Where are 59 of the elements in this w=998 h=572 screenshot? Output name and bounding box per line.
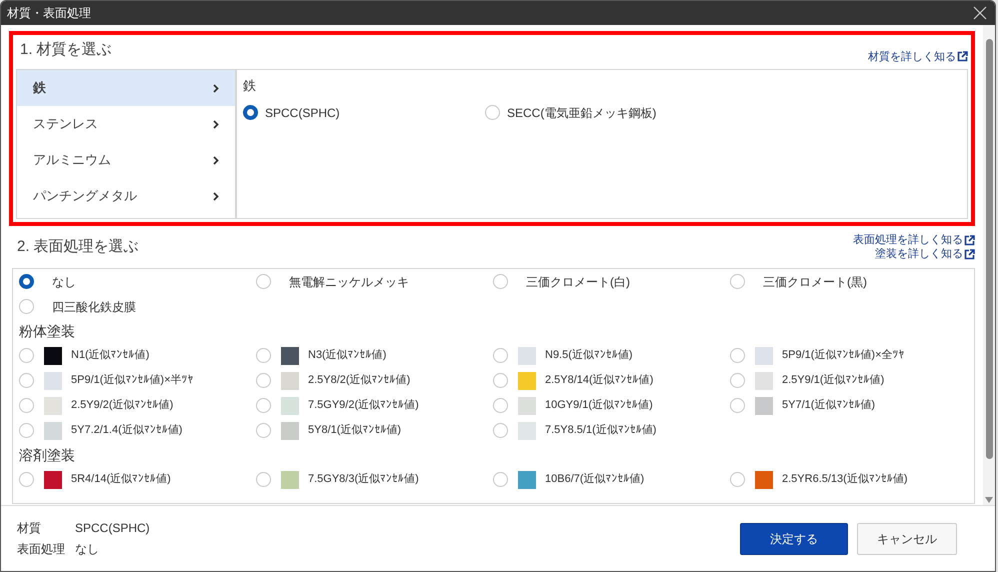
category-item[interactable]: ステンレス (17, 106, 235, 142)
radio-button[interactable] (243, 105, 258, 120)
option-label: 2.5Y8/14(近似ﾏﾝｾﾙ値) (545, 373, 654, 388)
option-label: 7.5GY9/2(近似ﾏﾝｾﾙ値) (308, 398, 419, 414)
chevron-right-icon (213, 120, 219, 128)
chevron-right-icon (213, 156, 219, 164)
summary-value: SPCC(SPHC) (75, 520, 150, 537)
option-label: 四三酸化鉄皮膜 (52, 298, 136, 316)
option-label: なし (52, 274, 76, 290)
option-label: N1(近似ﾏﾝｾﾙ値) (71, 348, 150, 364)
option-label: N3(近似ﾏﾝｾﾙ値) (308, 348, 386, 364)
option-label: 5Y7/1(近似ﾏﾝｾﾙ値) (782, 398, 876, 414)
option-label: SPCC(SPHC) (265, 104, 340, 122)
option-label: N9.5(近似ﾏﾝｾﾙ値) (545, 348, 633, 364)
scrollbar-thumb[interactable] (986, 39, 992, 459)
scrollbar[interactable] (983, 25, 995, 505)
option-label: 5Y7.2/1.4(近似ﾏﾝｾﾙ値) (71, 423, 182, 438)
external-link-icon (964, 248, 975, 260)
panel-title: 鉄 (243, 77, 257, 95)
scroll-down-icon[interactable] (985, 497, 993, 503)
option-label: 2.5Y8/2(近似ﾏﾝｾﾙ値) (308, 373, 410, 388)
confirm-button[interactable]: 決定する (740, 522, 848, 554)
window-title: 材質・表面処理 (7, 5, 91, 22)
group-heading: 粉体塗装 (19, 322, 76, 340)
option-label: 2.5Y9/2(近似ﾏﾝｾﾙ値) (71, 398, 174, 414)
option-label: 2.5YR6.5/13(近似ﾏﾝｾﾙ値) (782, 472, 908, 488)
category-item[interactable]: 鉄 (17, 70, 235, 106)
summary-label: 材質 (17, 520, 42, 537)
option-label: 7.5Y8.5/1(近似ﾏﾝｾﾙ値) (545, 423, 656, 438)
option-label: 無電解ニッケルメッキ (289, 274, 409, 290)
option-label: 2.5Y9/1(近似ﾏﾝｾﾙ値) (782, 373, 884, 388)
external-link-icon (964, 234, 975, 246)
details-link[interactable]: 材質を詳しく知る (868, 48, 968, 65)
group-heading: 溶剤塗装 (19, 446, 76, 464)
category-item[interactable]: パンチングメタル (17, 178, 235, 214)
option-label: 10GY9/1(近似ﾏﾝｾﾙ値) (545, 398, 653, 414)
option-label: SECC(電気亜鉛メッキ鋼板) (507, 104, 656, 122)
chevron-right-icon (213, 192, 219, 200)
cancel-button[interactable]: キャンセル (857, 522, 957, 554)
option-label: 10B6/7(近似ﾏﾝｾﾙ値) (545, 472, 644, 488)
details-link[interactable]: 塗装を詳しく知る (875, 247, 975, 261)
close-icon (973, 6, 987, 20)
section-title: 1. 材質を選ぶ (19, 40, 112, 60)
option-label: 7.5GY8/3(近似ﾏﾝｾﾙ値) (308, 472, 419, 488)
option-label: 5P9/1(近似ﾏﾝｾﾙ値)×半ﾂﾔ (71, 373, 194, 388)
option-label: 5R4/14(近似ﾏﾝｾﾙ値) (71, 472, 171, 488)
details-link[interactable]: 表面処理を詳しく知る (853, 233, 975, 247)
summary-value: なし (75, 541, 100, 558)
chevron-right-icon (213, 84, 219, 92)
option-label: 三価クロメート(白) (526, 274, 630, 290)
option-label: 5P9/1(近似ﾏﾝｾﾙ値)×全ﾂﾔ (782, 348, 904, 364)
radio-button[interactable] (19, 274, 34, 289)
option-label: 三価クロメート(黒) (763, 274, 867, 290)
summary-label: 表面処理 (17, 541, 66, 558)
section-title: 2. 表面処理を選ぶ (17, 236, 139, 257)
close-button[interactable] (971, 4, 989, 22)
external-link-icon (957, 51, 968, 62)
category-item[interactable]: アルミニウム (17, 142, 235, 178)
option-label: 5Y8/1(近似ﾏﾝｾﾙ値) (308, 423, 402, 438)
